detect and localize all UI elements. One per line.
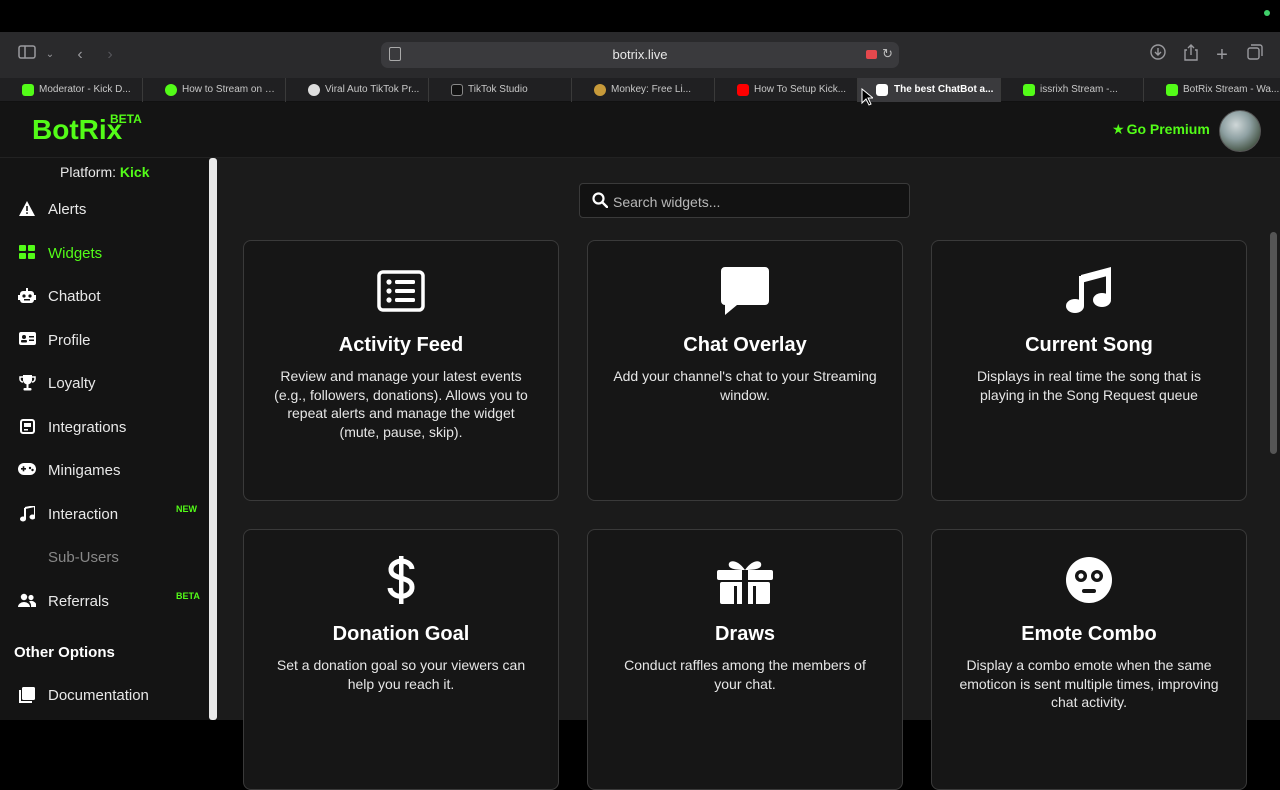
dollar-icon xyxy=(244,556,558,604)
address-bar[interactable]: botrix.live ↻ xyxy=(381,42,899,68)
widget-card-donation-goal[interactable]: Donation Goal Set a donation goal so you… xyxy=(243,529,559,790)
widget-card-current-song[interactable]: Current Song Displays in real time the s… xyxy=(931,240,1247,501)
search-widgets-input[interactable]: Search widgets... xyxy=(579,183,910,218)
widget-title: Draws xyxy=(714,623,776,645)
widget-description: Add your channel's chat to your Streamin… xyxy=(613,368,877,403)
openai-favicon-icon xyxy=(308,84,320,96)
share-icon[interactable] xyxy=(1182,44,1200,66)
sidebar-toggle-icon[interactable] xyxy=(17,44,37,66)
tab-1[interactable]: Moderator - Kick D... xyxy=(0,78,143,102)
music-note-icon xyxy=(932,267,1246,315)
widget-card-chat-overlay[interactable]: Chat Overlay Add your channel's chat to … xyxy=(587,240,903,501)
widget-title: Current Song xyxy=(1025,334,1153,356)
widget-description: Review and manage your latest events (e.… xyxy=(274,368,528,440)
list-icon xyxy=(244,267,558,315)
tiktok-favicon-icon xyxy=(451,84,463,96)
tab-overview-icon[interactable] xyxy=(1246,44,1264,66)
sidebar-item-integrations[interactable]: Integrations xyxy=(18,417,198,441)
sidebar-item-profile[interactable]: Profile xyxy=(18,330,198,354)
robot-icon xyxy=(18,288,36,306)
tab-4[interactable]: TikTok Studio xyxy=(429,78,572,102)
widget-title: Chat Overlay xyxy=(683,334,807,356)
widget-title: Emote Combo xyxy=(1021,623,1157,645)
kick-favicon-icon xyxy=(22,84,34,96)
botrix-app: BotRix BETA ★ Go Premium Platform: Kick A… xyxy=(0,102,1280,790)
tab-2[interactable]: How to Stream on K... xyxy=(143,78,286,102)
forward-icon[interactable]: › xyxy=(102,44,118,66)
reload-icon[interactable]: ↻ xyxy=(882,46,893,62)
back-icon[interactable]: ‹ xyxy=(72,44,88,66)
widget-title: Activity Feed xyxy=(338,334,464,356)
sidebar-item-minigames[interactable]: Minigames xyxy=(18,460,198,484)
surprised-face-icon xyxy=(932,556,1246,604)
status-dot xyxy=(1264,10,1270,16)
platform-indicator: Platform: Kick xyxy=(60,164,150,180)
page-scrollbar[interactable] xyxy=(1270,232,1277,454)
tab-8[interactable]: issrixh Stream -... xyxy=(1001,78,1144,102)
widget-description: Display a combo emote when the same emot… xyxy=(959,657,1219,710)
app-header: BotRix BETA ★ Go Premium xyxy=(0,102,1280,158)
sidebar-item-sub-users[interactable]: Sub-Users xyxy=(18,547,198,571)
sidebar-item-widgets[interactable]: Widgets xyxy=(18,243,198,267)
chevron-down-icon[interactable]: ⌄ xyxy=(44,44,56,66)
id-card-icon xyxy=(18,332,36,350)
kick-favicon-icon xyxy=(1023,84,1035,96)
gamepad-icon xyxy=(18,462,36,480)
system-top-bar xyxy=(0,0,1280,32)
kick-favicon-icon xyxy=(165,84,177,96)
chat-bubble-icon xyxy=(588,267,902,315)
widget-description: Displays in real time the song that is p… xyxy=(976,368,1202,403)
widget-card-draws[interactable]: Draws Conduct raffles among the members … xyxy=(587,529,903,790)
tab-strip: Moderator - Kick D... How to Stream on K… xyxy=(0,78,1280,102)
url-text[interactable]: botrix.live xyxy=(381,47,899,62)
sidebar-item-interaction[interactable]: Interaction NEW xyxy=(18,504,198,528)
download-icon[interactable] xyxy=(1149,44,1167,66)
music-icon xyxy=(18,504,36,524)
sidebar-item-alerts[interactable]: Alerts xyxy=(18,199,198,223)
tab-7-active[interactable]: The best ChatBot a... xyxy=(858,78,1001,102)
camera-recording-icon[interactable] xyxy=(866,50,877,59)
monkey-favicon-icon xyxy=(594,84,606,96)
grid-icon xyxy=(18,245,36,263)
trophy-icon xyxy=(18,375,36,393)
youtube-favicon-icon xyxy=(737,84,749,96)
search-placeholder: Search widgets... xyxy=(613,194,721,210)
sidebar-item-documentation[interactable]: Documentation xyxy=(18,685,198,709)
go-premium-button[interactable]: ★ Go Premium xyxy=(1112,121,1210,138)
widget-card-emote-combo[interactable]: Emote Combo Display a combo emote when t… xyxy=(931,529,1247,790)
search-icon xyxy=(592,192,608,208)
sidebar-item-loyalty[interactable]: Loyalty xyxy=(18,373,198,397)
tab-9[interactable]: BotRix Stream - Wa... xyxy=(1144,78,1280,102)
users-icon xyxy=(18,593,37,611)
go-premium-label: Go Premium xyxy=(1126,121,1210,137)
new-badge: NEW xyxy=(176,504,197,514)
botrix-favicon-icon xyxy=(876,84,888,96)
widget-description: Conduct raffles among the members of you… xyxy=(624,657,866,692)
kick-favicon-icon xyxy=(1166,84,1178,96)
sidebar: Platform: Kick Alerts Widgets Chatbot Pr… xyxy=(0,158,217,720)
beta-badge: BETA xyxy=(176,591,200,601)
platform-value: Kick xyxy=(119,164,150,180)
integrations-icon xyxy=(18,419,36,437)
beta-badge: BETA xyxy=(110,112,142,126)
mouse-cursor-icon xyxy=(861,88,873,106)
sidebar-item-chatbot[interactable]: Chatbot xyxy=(18,286,198,310)
other-options-title: Other Options xyxy=(14,644,115,661)
tab-3[interactable]: Viral Auto TikTok Pr... xyxy=(286,78,429,102)
star-icon: ★ xyxy=(1112,121,1125,137)
sidebar-scrollbar[interactable] xyxy=(209,158,217,720)
logo[interactable]: BotRix xyxy=(32,114,122,146)
avatar[interactable] xyxy=(1219,110,1261,152)
sidebar-item-referrals[interactable]: Referrals BETA xyxy=(18,591,200,615)
tab-6[interactable]: How To Setup Kick... xyxy=(715,78,858,102)
book-icon xyxy=(18,687,36,705)
new-tab-icon[interactable]: + xyxy=(1213,44,1231,66)
warning-icon xyxy=(18,201,36,219)
widget-card-activity-feed[interactable]: Activity Feed Review and manage your lat… xyxy=(243,240,559,501)
tab-5[interactable]: Monkey: Free Li... xyxy=(572,78,715,102)
gift-icon xyxy=(588,556,902,604)
widget-title: Donation Goal xyxy=(332,623,470,645)
widget-description: Set a donation goal so your viewers can … xyxy=(276,657,526,692)
